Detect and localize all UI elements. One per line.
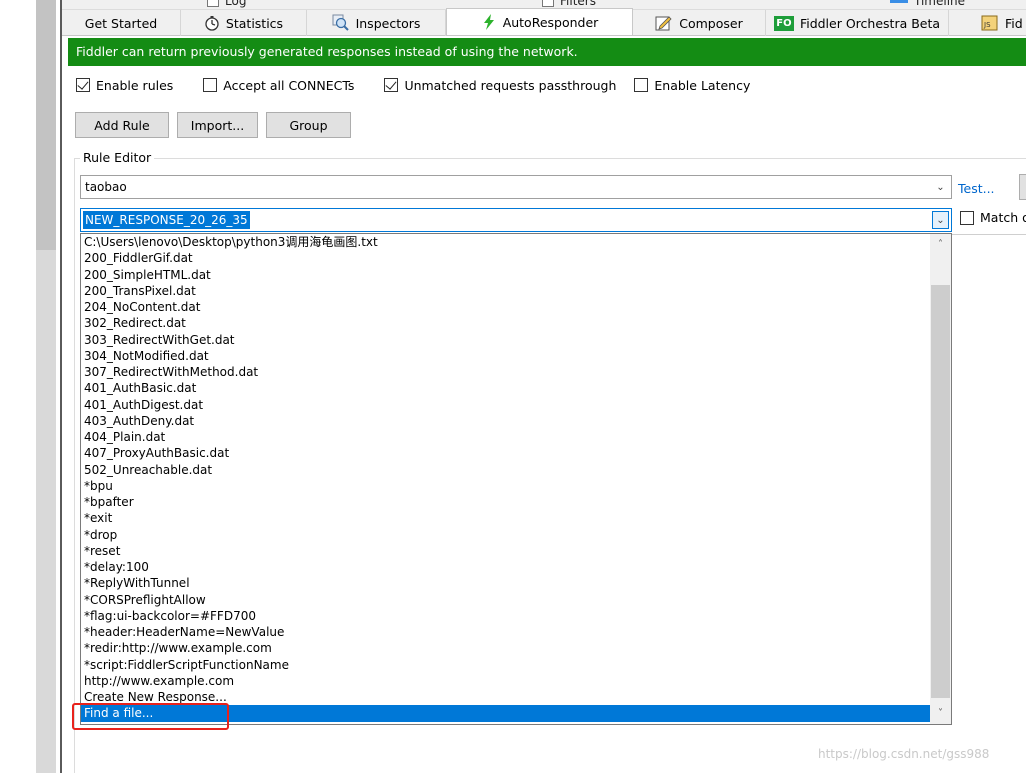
pane-splitter[interactable] [60, 0, 62, 773]
dropdown-item[interactable]: 303_RedirectWithGet.dat [81, 332, 931, 348]
checkbox-checked-icon[interactable] [76, 78, 90, 92]
chevron-down-icon[interactable]: ⌄ [932, 211, 949, 229]
timeline-icon [890, 0, 908, 3]
dropdown-item[interactable]: *bpafter [81, 494, 931, 510]
chevron-down-icon[interactable]: ⌄ [932, 178, 949, 196]
dropdown-item[interactable]: 401_AuthDigest.dat [81, 397, 931, 413]
enable-latency-checkbox[interactable]: Enable Latency [634, 78, 750, 93]
checkbox-unchecked-icon[interactable] [960, 210, 974, 225]
dropdown-item[interactable]: 407_ProxyAuthBasic.dat [81, 445, 931, 461]
dropdown-item[interactable]: *redir:http://www.example.com [81, 640, 931, 656]
dropdown-item[interactable]: *bpu [81, 478, 931, 494]
log-icon [207, 0, 219, 7]
tab-timeline[interactable]: Timeline [890, 0, 965, 8]
group-button[interactable]: Group [266, 112, 351, 138]
magnifier-icon [332, 14, 350, 32]
svg-text:JS: JS [983, 21, 991, 29]
accept-connects-checkbox[interactable]: Accept all CONNECTs [203, 78, 354, 93]
watermark: https://blog.csdn.net/gss988 [818, 747, 990, 761]
dropdown-item[interactable]: *flag:ui-backcolor=#FFD700 [81, 608, 931, 624]
left-gutter [0, 0, 36, 773]
checkbox-unchecked-icon[interactable] [203, 78, 218, 92]
chevron-up-icon[interactable]: ˄ [40, 0, 45, 8]
rule-editor-legend: Rule Editor [80, 150, 155, 165]
dropdown-item[interactable]: 302_Redirect.dat [81, 315, 931, 331]
tab-autoresponder[interactable]: AutoResponder [446, 8, 633, 35]
action-value: NEW_RESPONSE_20_26_35 [83, 211, 250, 229]
match-only-once-checkbox[interactable]: Match o [960, 210, 1026, 225]
enable-rules-checkbox[interactable]: Enable rules [76, 78, 173, 93]
stopwatch-icon [204, 15, 220, 31]
options-row: Enable rules Accept all CONNECTs Unmatch… [76, 76, 768, 94]
dropdown-item[interactable]: *exit [81, 510, 931, 526]
match-pattern-combobox[interactable]: taobao ⌄ [80, 175, 952, 199]
dropdown-item[interactable]: *script:FiddlerScriptFunctionName [81, 657, 931, 673]
tab-inspectors[interactable]: Inspectors [307, 10, 446, 36]
add-rule-button[interactable]: Add Rule [75, 112, 169, 138]
dropdown-item[interactable]: *reset [81, 543, 931, 559]
dropdown-item[interactable]: 200_SimpleHTML.dat [81, 267, 931, 283]
dropdown-item[interactable]: *delay:100 [81, 559, 931, 575]
save-button-partial[interactable] [1019, 174, 1026, 200]
dropdown-item[interactable]: 204_NoContent.dat [81, 299, 931, 315]
dropdown-scrollbar[interactable]: ˄ ˅ [930, 234, 951, 724]
dropdown-item[interactable]: http://www.example.com [81, 673, 931, 689]
dropdown-item[interactable]: 404_Plain.dat [81, 429, 931, 445]
filters-icon [542, 0, 554, 7]
tab-composer[interactable]: Composer [633, 10, 766, 36]
tab-fiddlerscript[interactable]: JS Fid [949, 10, 1026, 36]
edit-icon [655, 15, 673, 31]
checkbox-checked-icon[interactable] [384, 78, 399, 92]
action-combobox[interactable]: NEW_RESPONSE_20_26_35 ⌄ [80, 208, 952, 232]
dropdown-item[interactable]: 200_FiddlerGif.dat [81, 250, 931, 266]
dropdown-item[interactable]: 403_AuthDeny.dat [81, 413, 931, 429]
chevron-down-icon[interactable]: ˅ [930, 705, 951, 722]
match-pattern-value: taobao [85, 180, 127, 194]
dropdown-item[interactable]: 200_TransPixel.dat [81, 283, 931, 299]
response-panel [952, 234, 1026, 773]
test-link[interactable]: Test... [958, 181, 995, 196]
checkbox-unchecked-icon[interactable] [634, 78, 649, 92]
dropdown-item[interactable]: *CORSPreflightAllow [81, 592, 931, 608]
action-dropdown-list[interactable]: C:\Users\lenovo\Desktop\python3调用海龟画图.tx… [80, 233, 952, 725]
dropdown-item[interactable]: *header:HeaderName=NewValue [81, 624, 931, 640]
dropdown-items: C:\Users\lenovo\Desktop\python3调用海龟画图.tx… [81, 234, 931, 722]
dropdown-item[interactable]: *ReplyWithTunnel [81, 575, 931, 591]
import-button[interactable]: Import... [177, 112, 258, 138]
tab-log[interactable]: Log [207, 0, 246, 8]
chevron-up-icon[interactable]: ˄ [930, 236, 951, 253]
dropdown-item[interactable]: *drop [81, 527, 931, 543]
info-banner: Fiddler can return previously generated … [68, 38, 1026, 66]
lightning-icon [481, 14, 497, 30]
scrollbar-thumb[interactable] [931, 285, 950, 698]
scrollbar-thumb[interactable] [36, 0, 56, 250]
fo-icon: FO [773, 15, 794, 31]
dropdown-item[interactable]: 401_AuthBasic.dat [81, 380, 931, 396]
dropdown-item[interactable]: C:\Users\lenovo\Desktop\python3调用海龟画图.tx… [81, 234, 931, 250]
fiddlerscript-icon: JS [981, 15, 999, 31]
dropdown-item[interactable]: 502_Unreachable.dat [81, 462, 931, 478]
dropdown-item[interactable]: 304_NotModified.dat [81, 348, 931, 364]
tab-fiddler-orchestra[interactable]: FO Fiddler Orchestra Beta [766, 10, 949, 36]
tab-statistics[interactable]: Statistics [181, 10, 307, 36]
dropdown-item[interactable]: 307_RedirectWithMethod.dat [81, 364, 931, 380]
tab-filters[interactable]: Filters [542, 0, 596, 8]
unmatched-passthrough-checkbox[interactable]: Unmatched requests passthrough [384, 78, 616, 93]
find-file-highlight [72, 703, 229, 730]
main-tab-bar: Get Started Statistics Inspectors AutoRe… [62, 8, 1026, 36]
tab-get-started[interactable]: Get Started [62, 10, 181, 36]
